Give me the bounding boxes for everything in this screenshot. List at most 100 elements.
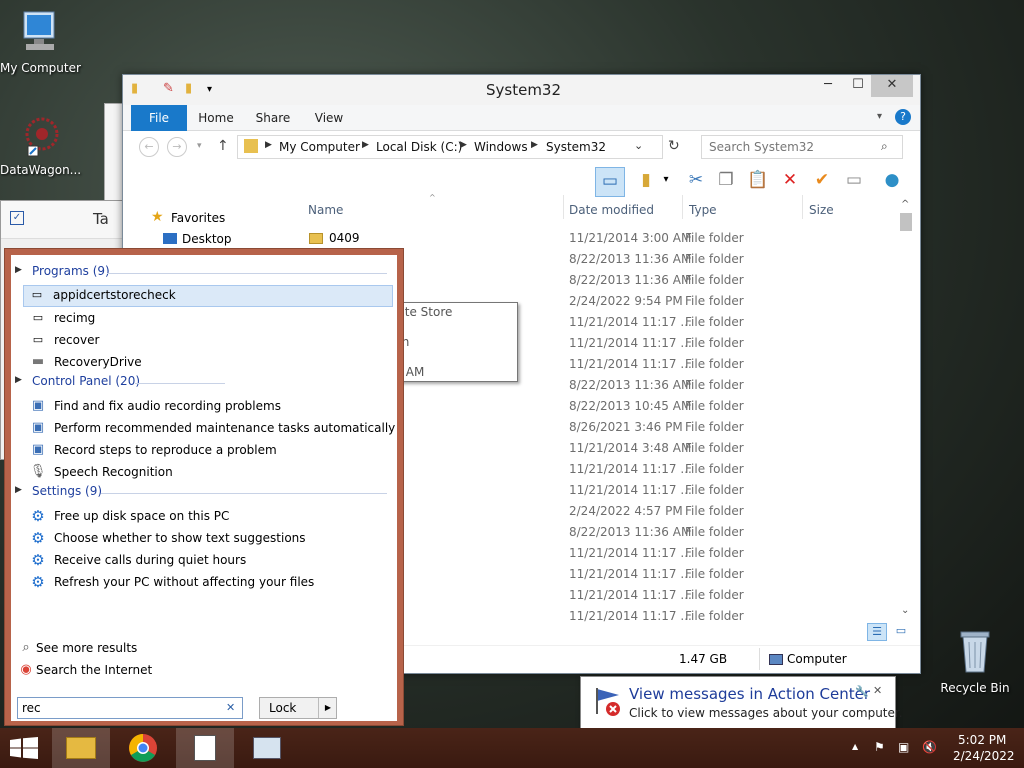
- clock-time[interactable]: 5:02 PM: [958, 733, 1006, 747]
- search-the-internet[interactable]: ◉ Search the Internet: [13, 661, 381, 681]
- column-header-name[interactable]: Name: [308, 203, 343, 217]
- result-free-disk-space[interactable]: ⚙ Free up disk space on this PC: [25, 507, 393, 527]
- result-recover[interactable]: ▭ recover: [25, 331, 393, 351]
- taskbar-file-explorer[interactable]: [52, 728, 110, 768]
- taskbar-task-scheduler[interactable]: [176, 728, 234, 768]
- tab-home[interactable]: Home: [193, 105, 239, 131]
- taskbar-chrome[interactable]: [114, 728, 172, 768]
- search-input[interactable]: Search System32: [701, 135, 903, 159]
- show-hidden-icons-button[interactable]: ▲: [852, 742, 858, 751]
- result-refresh-pc[interactable]: ⚙ Refresh your PC without affecting your…: [25, 573, 393, 593]
- result-appidcertstorecheck[interactable]: ▭ appidcertstorecheck: [23, 285, 393, 307]
- taskbar-performance-monitor[interactable]: [238, 728, 296, 768]
- scroll-thumb[interactable]: [900, 213, 912, 231]
- group-programs[interactable]: ▶ Programs (9): [11, 263, 391, 283]
- clock-date[interactable]: 2/24/2022: [953, 749, 1015, 763]
- large-icons-view-icon[interactable]: ▭: [891, 623, 911, 641]
- start-button[interactable]: [10, 737, 38, 759]
- program-icon: ▭: [32, 311, 44, 324]
- lock-button[interactable]: Lock ▶: [259, 697, 337, 719]
- group-control-panel[interactable]: ▶ Control Panel (20): [11, 373, 391, 393]
- refresh-button[interactable]: ↻: [668, 138, 680, 154]
- cut-icon[interactable]: ✂: [683, 167, 709, 193]
- result-maintenance[interactable]: ▣ Perform recommended maintenance tasks …: [25, 419, 395, 439]
- search-query[interactable]: rec: [22, 701, 41, 715]
- action-center-flag-icon[interactable]: ⚑: [874, 740, 885, 754]
- globe-icon[interactable]: ●: [879, 167, 905, 193]
- result-text-suggestions[interactable]: ⚙ Choose whether to show text suggestion…: [25, 529, 393, 549]
- result-recimg[interactable]: ▭ recimg: [25, 309, 393, 329]
- column-header-size[interactable]: Size: [809, 203, 834, 217]
- result-speech-recognition[interactable]: 🎙 Speech Recognition: [25, 463, 393, 483]
- back-button[interactable]: ←: [139, 137, 159, 157]
- breadcrumb-system32[interactable]: System32: [546, 140, 606, 154]
- table-row[interactable]: 0409 11/21/2014 3:00 AM File folder: [303, 228, 893, 249]
- result-record-steps[interactable]: ▣ Record steps to reproduce a problem: [25, 441, 393, 461]
- action-center-notification[interactable]: View messages in Action Center Click to …: [580, 676, 903, 741]
- customize-qat-icon[interactable]: ▾: [207, 84, 212, 95]
- settings-wrench-icon[interactable]: 🔧: [855, 685, 869, 698]
- desktop-icon-label: Recycle Bin: [940, 681, 1010, 695]
- scroll-up-icon[interactable]: ^: [901, 199, 909, 210]
- search-box[interactable]: rec ✕: [17, 697, 243, 719]
- folder-options-icon[interactable]: ▮: [633, 167, 659, 193]
- lock-options-arrow[interactable]: ▶: [318, 698, 337, 718]
- maximize-button[interactable]: ☐: [843, 75, 873, 97]
- desktop-icon-my-computer[interactable]: My Computer: [0, 8, 81, 75]
- new-folder-icon[interactable]: ▮: [185, 81, 192, 96]
- status-divider: [759, 648, 760, 670]
- delete-icon[interactable]: ✕: [777, 167, 803, 193]
- checkmark-icon[interactable]: ✔: [809, 167, 835, 193]
- file-type: File folder: [685, 399, 744, 413]
- paste-icon[interactable]: 📋: [745, 167, 771, 193]
- start-search-pane[interactable]: ▶ Programs (9) ▭ appidcertstorecheck ▭ r…: [4, 248, 404, 726]
- help-icon[interactable]: ?: [895, 109, 911, 125]
- expand-ribbon-icon[interactable]: ▾: [877, 111, 882, 122]
- tab-file[interactable]: File: [131, 105, 187, 131]
- address-bar[interactable]: ▶ My Computer ▶ Local Disk (C:) ▶ Window…: [237, 135, 663, 159]
- up-button[interactable]: ↑: [217, 138, 229, 154]
- desktop-icon-datawagon[interactable]: DataWagon...: [0, 114, 82, 177]
- details-view-icon[interactable]: ☰: [867, 623, 887, 641]
- result-find-fix-audio[interactable]: ▣ Find and fix audio recording problems: [25, 397, 393, 417]
- breadcrumb-local-disk[interactable]: Local Disk (C:): [376, 140, 462, 154]
- close-button[interactable]: ✕: [871, 75, 913, 97]
- desktop-icon-recycle-bin[interactable]: Recycle Bin: [935, 628, 1015, 695]
- tab-share[interactable]: Share: [251, 105, 295, 131]
- minimize-button[interactable]: ─: [813, 75, 843, 97]
- gear-icon: ⚙: [31, 529, 45, 547]
- result-quiet-hours[interactable]: ⚙ Receive calls during quiet hours: [25, 551, 393, 571]
- notification-close-button[interactable]: ✕: [873, 684, 882, 697]
- column-header-date[interactable]: Date modified: [569, 203, 654, 217]
- desktop-icon-label: DataWagon...: [0, 163, 82, 177]
- address-dropdown-icon[interactable]: ⌄: [634, 139, 643, 152]
- tab-view[interactable]: View: [307, 105, 351, 131]
- breadcrumb-my-computer[interactable]: My Computer: [279, 140, 360, 154]
- preview-pane-icon[interactable]: ▭: [595, 167, 625, 197]
- folder-icon[interactable]: ▮: [131, 81, 138, 96]
- network-icon[interactable]: ▣: [898, 740, 909, 754]
- title-bar[interactable]: ▮ ✎ ▮ ▾ System32 ─ ☐ ✕: [123, 75, 920, 105]
- file-type: File folder: [685, 336, 744, 350]
- copy-icon[interactable]: ❐: [713, 167, 739, 193]
- search-icon[interactable]: ⌕: [881, 139, 888, 154]
- forward-button[interactable]: →: [167, 137, 187, 157]
- recent-locations-icon[interactable]: ▾: [197, 141, 202, 151]
- nav-favorites[interactable]: Favorites: [171, 211, 225, 225]
- dropdown-icon[interactable]: ▾: [659, 167, 673, 193]
- rename-icon[interactable]: ▭: [841, 167, 867, 193]
- result-recoverydrive[interactable]: ▬ RecoveryDrive: [25, 353, 393, 373]
- column-header-type[interactable]: Type: [689, 203, 717, 217]
- properties-icon[interactable]: ✎: [163, 81, 174, 96]
- clear-search-icon[interactable]: ✕: [226, 701, 235, 714]
- volume-muted-icon[interactable]: 🔇: [922, 740, 937, 754]
- checkbox-icon: ✓: [10, 211, 24, 225]
- see-more-results[interactable]: ⌕ See more results: [13, 639, 381, 659]
- file-date: 8/22/2013 10:45 AM: [569, 399, 692, 413]
- scroll-down-icon[interactable]: ⌄: [901, 605, 909, 616]
- nav-desktop[interactable]: Desktop: [182, 232, 232, 246]
- lock-label: Lock: [269, 701, 297, 715]
- breadcrumb-windows[interactable]: Windows: [474, 140, 528, 154]
- vertical-scrollbar[interactable]: ^ ⌄: [897, 199, 914, 621]
- group-settings[interactable]: ▶ Settings (9): [11, 483, 391, 503]
